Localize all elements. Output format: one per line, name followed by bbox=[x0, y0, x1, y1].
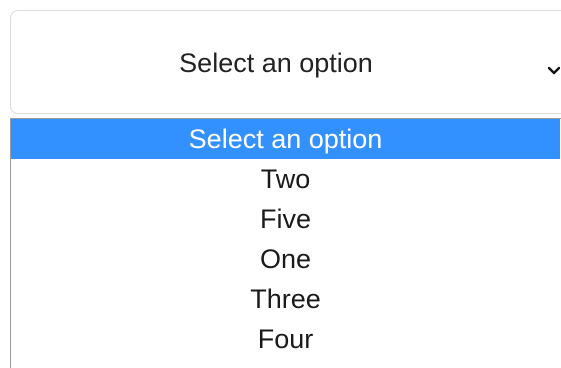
option-three[interactable]: Three bbox=[11, 279, 560, 319]
option-select[interactable]: Select an option bbox=[10, 10, 561, 114]
option-one[interactable]: One bbox=[11, 239, 560, 279]
select-current-value: Select an option bbox=[179, 48, 373, 78]
select-dropdown-list: Select an option Two Five One Three Four bbox=[10, 118, 561, 368]
option-select-an-option[interactable]: Select an option bbox=[11, 119, 560, 159]
option-two[interactable]: Two bbox=[11, 159, 560, 199]
chevron-down-icon bbox=[548, 64, 560, 78]
option-four[interactable]: Four bbox=[11, 319, 560, 359]
option-five[interactable]: Five bbox=[11, 199, 560, 239]
